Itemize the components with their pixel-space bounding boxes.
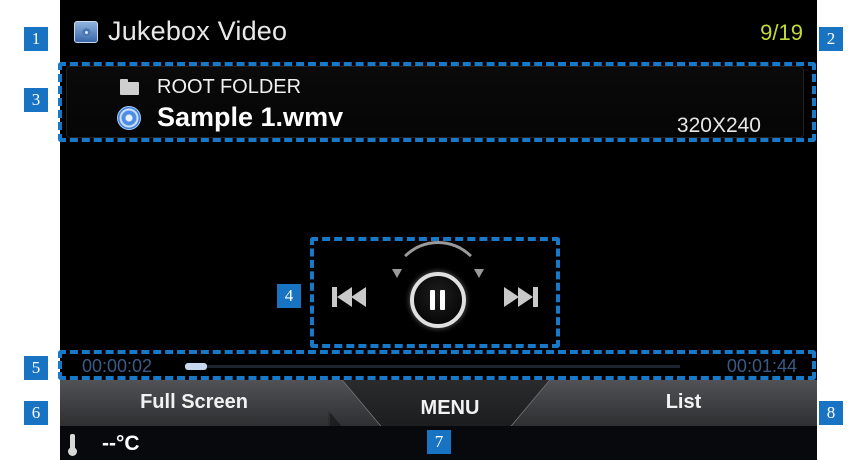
track-position: 9/19 (760, 20, 803, 45)
callout-marker-3: 3 (24, 88, 48, 112)
bottom-menu-bar: MENU Full Screen List (60, 380, 817, 426)
callout-marker-1: 1 (24, 27, 48, 51)
callout-box-progress (58, 350, 816, 380)
callout-marker-4: 4 (277, 284, 301, 308)
callout-marker-5: 5 (24, 356, 48, 380)
full-screen-label: Full Screen (140, 391, 248, 413)
full-screen-button[interactable]: Full Screen (60, 380, 328, 426)
jukebox-app-icon (74, 21, 98, 43)
app-title: Jukebox Video (108, 16, 288, 46)
callout-marker-2: 2 (819, 27, 843, 51)
callout-marker-7: 7 (427, 430, 451, 454)
temperature-readout: --°C (102, 432, 140, 455)
header-bar: Jukebox Video 9/19 (60, 0, 817, 60)
callout-marker-6: 6 (24, 401, 48, 425)
thermometer-icon (68, 434, 77, 456)
list-label: List (665, 391, 702, 413)
list-button[interactable]: List (550, 380, 817, 426)
menu-label: MENU (420, 397, 480, 419)
callout-box-file-info (58, 62, 816, 142)
callout-marker-8: 8 (819, 401, 843, 425)
callout-box-controls (310, 237, 560, 348)
